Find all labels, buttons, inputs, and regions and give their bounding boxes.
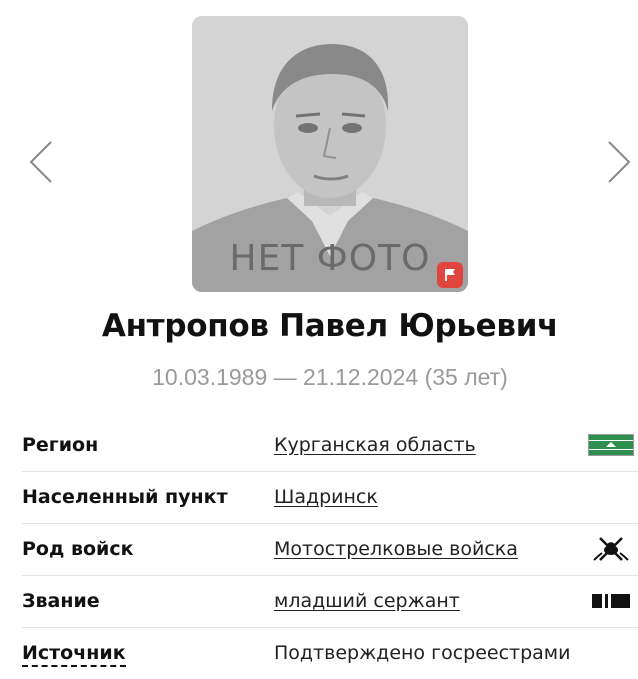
junior-sergeant-insignia-icon — [588, 588, 634, 614]
photo-card: НЕТ ФОТО — [192, 16, 468, 292]
no-photo-label: НЕТ ФОТО — [229, 238, 431, 279]
info-label-source[interactable]: Источник — [22, 642, 126, 667]
region-link[interactable]: Курганская область — [274, 434, 476, 456]
info-row-branch: Род войск Мотострелковые войска — [22, 524, 638, 576]
death-date: 21.12.2024 — [303, 364, 419, 390]
info-label-settlement: Населенный пункт — [22, 486, 228, 508]
flag-icon — [445, 269, 455, 281]
info-row-settlement: Населенный пункт Шадринск — [22, 472, 638, 524]
info-label-region: Регион — [22, 434, 99, 456]
report-button[interactable] — [437, 262, 463, 288]
info-table: Регион Курганская область Населенный пун… — [22, 420, 638, 679]
date-separator: — — [273, 364, 297, 390]
rank-link[interactable]: младший сержант — [274, 590, 460, 612]
info-row-rank: Звание младший сержант — [22, 576, 638, 628]
chevron-right-icon — [608, 141, 631, 183]
birth-date: 10.03.1989 — [152, 364, 268, 390]
chevron-left-icon — [29, 141, 52, 183]
info-label-rank: Звание — [22, 590, 100, 612]
info-row-source: Источник Подтверждено госреестрами — [22, 628, 638, 679]
prev-photo-button[interactable] — [28, 140, 54, 184]
person-name: Антропов Павел Юрьевич — [101, 308, 559, 344]
settlement-link[interactable]: Шадринск — [274, 486, 378, 508]
age: (35 лет) — [424, 364, 508, 390]
kurgan-region-flag-icon — [588, 432, 634, 458]
motor-rifle-troops-emblem-icon — [588, 536, 634, 562]
source-value: Подтверждено госреестрами — [274, 642, 571, 664]
lifespan: 10.03.1989 — 21.12.2024 (35 лет) — [0, 364, 638, 391]
info-row-region: Регион Курганская область — [22, 420, 638, 472]
branch-link[interactable]: Мотострелковые войска — [274, 538, 518, 560]
info-label-branch: Род войск — [22, 538, 134, 560]
next-photo-button[interactable] — [606, 140, 632, 184]
